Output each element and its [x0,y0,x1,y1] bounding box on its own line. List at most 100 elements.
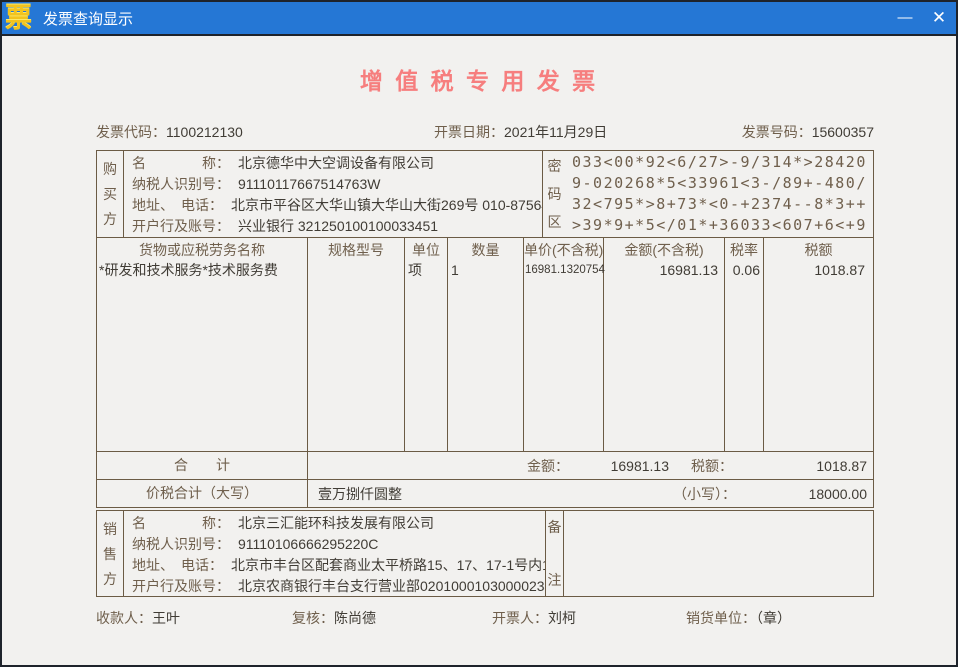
seller-address-label: 地址、 电话： [132,557,223,573]
password-line: 32<795*>8+73*<0-+2374--8*3++ [572,195,867,213]
buyer-party-label: 购 买 方 [97,151,124,237]
issuer: 开票人：刘柯 [492,608,576,628]
remark-label-char: 备 [547,519,562,535]
invoice-code: 发票代码：1100212130 [96,122,243,142]
totals-tax-value: 1018.87 [816,457,867,474]
minimize-icon: — [897,9,913,26]
payee: 收款人：王叶 [96,608,180,628]
item-name-header: 货物或应税劳务名称 [139,242,265,258]
seller-address-value: 北京市丰台区配套商业太平桥路15、17、17-1号内1 [231,557,545,573]
grand-total-numeric-value: 18000.00 [808,485,867,502]
items-table: 货物或应税劳务名称 *研发和技术服务*技术服务费 规格型号 单位 项 数量 1 … [96,237,874,452]
unit-header: 单位 [412,242,440,258]
buyer-taxid-row: 纳税人识别号： 91110117667514763W [132,174,542,195]
seller-seal-label: 销货单位： [686,610,756,626]
quantity-header: 数量 [471,242,500,258]
invoice-info-row: 发票代码：1100212130 开票日期：2021年11月29日 发票号码：15… [96,122,874,142]
amount-cell: 16981.13 [659,262,718,278]
buyer-address-row: 地址、 电话： 北京市平谷区大华山镇大华山大街269号 010-87564 [132,195,542,216]
tax-amount-header: 税额 [804,242,833,258]
invoice-ticket-icon: 票 [5,3,32,33]
column-amount: 金额(不含税) 16981.13 [604,238,725,451]
password-label-char: 密 [547,158,562,174]
password-line: 033<00*92<6/27>-9/314*>28420 [572,153,867,171]
seller-party-char: 方 [103,570,117,587]
password-label-char: 区 [547,214,562,230]
unit-cell: 项 [408,262,422,278]
grand-total-numeric-label: （小写）： [673,485,736,502]
seller-bank-row: 开户行及账号： 北京农商银行丰台支行营业部02010001030000234 [132,576,545,596]
tax-rate-cell: 0.06 [732,262,760,278]
spec-header: 规格型号 [328,242,384,258]
payee-label: 收款人： [96,610,152,626]
grand-total-label: 价税合计（大写） [97,480,308,507]
issuer-label: 开票人： [492,610,548,626]
seller-fields: 名 称： 北京三汇能环科技发展有限公司 纳税人识别号： 91110106666295… [124,511,545,596]
spec-cell [308,260,404,281]
column-unit: 单位 项 [405,238,448,451]
close-icon: ✕ [931,8,947,27]
seller-taxid-label: 纳税人识别号： [132,536,230,552]
invoice-number: 发票号码：15600357 [742,122,874,142]
invoice-title: 增 值 税 专 用 发 票 [359,68,599,94]
reviewer-value: 陈尚德 [334,610,376,626]
totals-row: 合 计 金额： 16981.13 税额： 1018.87 [96,451,874,480]
buyer-bank-row: 开户行及账号： 兴业银行 321250100100033451 [132,216,542,237]
tax-amount-cell: 1018.87 [814,262,865,278]
minimize-button[interactable]: — [890,2,920,34]
quantity-cell: 1 [451,262,459,278]
tax-rate-header: 税率 [730,242,758,258]
grand-total-values: 壹万捌仟圆整 （小写）： 18000.00 [308,480,873,507]
buyer-name-label: 名 称： [132,155,230,171]
column-tax-amount: 税额 1018.87 [764,238,873,451]
remark-label: 备 注 [545,511,564,596]
buyer-party-char: 购 [103,161,117,177]
grand-total-row: 价税合计（大写） 壹万捌仟圆整 （小写）： 18000.00 [96,479,874,508]
column-tax-rate: 税率 0.06 [725,238,764,451]
close-button[interactable]: ✕ [924,2,954,34]
seller-party-char: 售 [103,545,117,562]
column-item-name: 货物或应税劳务名称 *研发和技术服务*技术服务费 [97,238,308,451]
buyer-party-char: 买 [103,186,117,202]
password-line: >39*9+*5</01*+36033<607+6<+9 [572,216,867,234]
reviewer-label: 复核： [292,610,334,626]
issuer-value: 刘柯 [548,610,576,626]
column-quantity: 数量 1 [448,238,524,451]
title-bar: 票 发票查询显示 — ✕ [2,2,956,36]
invoice-number-label: 发票号码： [741,124,812,140]
invoice-date-value: 2021年11月29日 [504,124,608,140]
remark-label-char: 注 [547,572,562,588]
invoice-code-label: 发票代码： [96,124,166,140]
buyer-name-row: 名 称： 北京德华中大空调设备有限公司 [132,153,542,174]
password-area: 033<00*92<6/27>-9/314*>28420 9-020268*5<… [566,151,873,237]
seller-section: 销 售 方 名 称： 北京三汇能环科技发展有限公司 纳税人识别号： 91110106… [96,510,874,597]
buyer-taxid-label: 纳税人识别号： [132,176,230,192]
seller-taxid-row: 纳税人识别号： 91110106666295220C [132,534,545,555]
invoice-date: 开票日期：2021年11月29日 [434,122,607,142]
invoice-viewer-window: 票 发票查询显示 — ✕ 增 值 税 专 用 发 票 发票代码：11002121… [0,0,958,667]
totals-amount-label: 金额： [527,457,569,474]
item-name-cell: *研发和技术服务*技术服务费 [99,262,278,278]
remark-area [564,511,873,596]
seller-name-row: 名 称： 北京三汇能环科技发展有限公司 [132,513,545,534]
invoice-content: 增 值 税 专 用 发 票 发票代码：1100212130 开票日期：2021年… [2,40,956,665]
seller-seal-value: （章） [756,610,791,626]
amount-header: 金额(不含税) [624,242,704,258]
totals-label: 合 计 [97,452,308,479]
seller-bank-label: 开户行及账号： [132,578,230,594]
totals-values: 金额： 16981.13 税额： 1018.87 [308,452,873,479]
seller-name-label: 名 称： [132,515,230,531]
unit-price-header: 单价(不含税) [524,242,603,258]
reviewer: 复核：陈尚德 [292,608,376,628]
seller-address-row: 地址、 电话： 北京市丰台区配套商业太平桥路15、17、17-1号内1 [132,555,545,576]
seller-party-label: 销 售 方 [97,511,124,596]
column-unit-price: 单价(不含税) 16981.1320754 [524,238,605,451]
buyer-bank-label: 开户行及账号： [132,218,230,234]
password-label-char: 码 [547,186,562,202]
unit-price-cell: 16981.1320754 [525,264,605,276]
totals-amount-value: 16981.13 [610,457,669,474]
seller-name-value: 北京三汇能环科技发展有限公司 [238,515,434,531]
buyer-name-value: 北京德华中大空调设备有限公司 [238,155,434,171]
totals-tax-label: 税额： [691,457,733,474]
payee-value: 王叶 [152,610,180,626]
